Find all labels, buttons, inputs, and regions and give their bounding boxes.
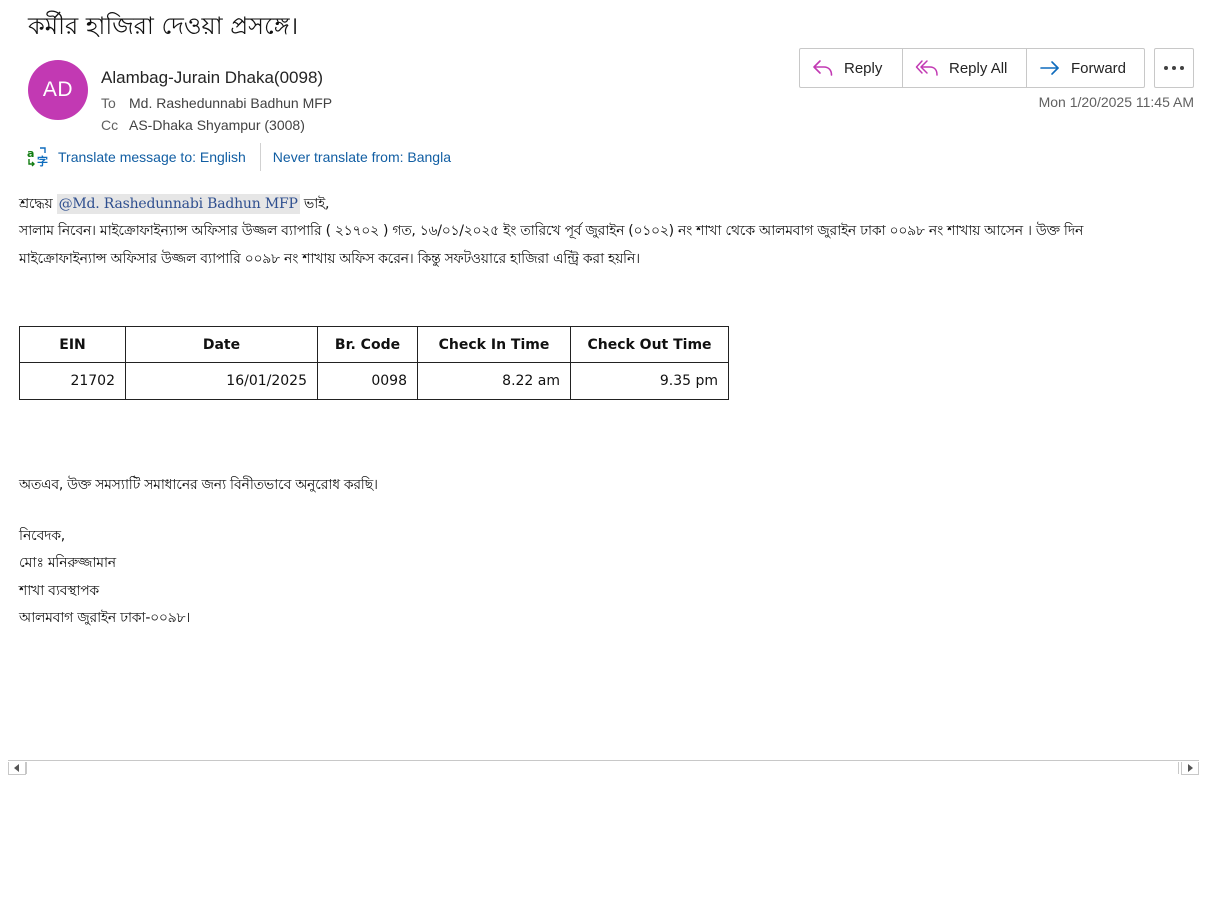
svg-text:字: 字 — [37, 154, 48, 168]
translate-divider — [259, 143, 261, 171]
col-header-ein: EIN — [19, 326, 126, 363]
forward-label: Forward — [1071, 59, 1127, 77]
col-header-br-code: Br. Code — [317, 326, 418, 363]
signature-line-4: আলমবাগ জুরাইন ঢাকা-০০৯৮। — [19, 610, 190, 626]
request-line: অতএব, উক্ত সমস্যাটি সমাধানের জন্য বিনীতভ… — [19, 477, 378, 493]
scroll-right-button[interactable] — [1181, 762, 1199, 775]
reply-all-button[interactable]: Reply All — [902, 49, 1026, 87]
scroll-left-button[interactable] — [8, 762, 26, 775]
reply-icon — [813, 60, 833, 76]
body-paragraph-line-2: মাইক্রোফাইন্যান্স অফিসার উজ্জল ব্যাপারি … — [19, 251, 640, 267]
reply-button[interactable]: Reply — [800, 49, 902, 87]
col-header-check-in: Check In Time — [417, 326, 571, 363]
avatar[interactable]: AD — [28, 60, 88, 120]
cell-ein: 21702 — [19, 362, 126, 400]
cell-check-in: 8.22 am — [417, 362, 571, 400]
ellipsis-icon — [1164, 66, 1168, 70]
body-paragraph-line-1: সালাম নিবেন। মাইক্রোফাইন্যান্স অফিসার উজ… — [19, 223, 1084, 239]
reply-label: Reply — [844, 59, 883, 77]
translate-link[interactable]: Translate message to: English — [58, 149, 246, 165]
cc-label: Cc — [101, 117, 119, 133]
translate-bar: a 字 Translate message to: English Never … — [26, 143, 451, 171]
cell-br-code: 0098 — [317, 362, 418, 400]
scrollbar-thumb[interactable] — [26, 762, 27, 774]
caret-right-icon — [1188, 764, 1193, 772]
forward-button[interactable]: Forward — [1026, 49, 1144, 87]
table-row: 21702 16/01/2025 0098 8.22 am 9.35 pm — [19, 362, 729, 400]
more-actions-button[interactable] — [1154, 48, 1194, 88]
attendance-table: EIN Date Br. Code Check In Time Check Ou… — [19, 326, 729, 400]
never-translate-link[interactable]: Never translate from: Bangla — [273, 149, 451, 165]
table-header-row: EIN Date Br. Code Check In Time Check Ou… — [19, 326, 729, 363]
email-subject: কর্মীর হাজিরা দেওয়া প্রসঙ্গে। — [28, 12, 299, 40]
col-header-date: Date — [125, 326, 318, 363]
scrollbar-track-end — [1178, 762, 1179, 774]
greeting-line: শ্রদ্ধেয় @Md. Rashedunnabi Badhun MFP ভ… — [19, 192, 329, 216]
cell-date: 16/01/2025 — [125, 362, 318, 400]
cc-row: Cc AS-Dhaka Shyampur (3008) — [101, 117, 305, 133]
reply-all-icon — [915, 60, 938, 76]
forward-icon — [1040, 61, 1059, 75]
greeting-suffix: ভাই, — [303, 196, 330, 212]
signature-line-3: শাখা ব্যবস্থাপক — [19, 583, 99, 599]
mention-tag[interactable]: @Md. Rashedunnabi Badhun MFP — [56, 194, 300, 214]
translate-icon: a 字 — [26, 146, 48, 168]
message-timestamp: Mon 1/20/2025 11:45 AM — [1038, 94, 1194, 110]
greeting-prefix: শ্রদ্ধেয় — [19, 196, 53, 212]
to-row: To Md. Rashedunnabi Badhun MFP — [101, 95, 332, 111]
sender-name[interactable]: Alambag-Jurain Dhaka(0098) — [101, 68, 323, 88]
cell-check-out: 9.35 pm — [570, 362, 729, 400]
to-label: To — [101, 95, 116, 111]
horizontal-scrollbar[interactable] — [8, 760, 1199, 775]
caret-left-icon — [14, 764, 19, 772]
message-actions: Reply Reply All Forward — [799, 48, 1145, 88]
svg-text:a: a — [27, 147, 34, 160]
to-recipient[interactable]: Md. Rashedunnabi Badhun MFP — [129, 95, 332, 111]
signature-line-2: মোঃ মনিরুজ্জামান — [19, 555, 116, 571]
signature-line-1: নিবেদক, — [19, 528, 65, 544]
col-header-check-out: Check Out Time — [570, 326, 729, 363]
cc-recipient[interactable]: AS-Dhaka Shyampur (3008) — [129, 117, 305, 133]
reply-all-label: Reply All — [949, 59, 1008, 77]
